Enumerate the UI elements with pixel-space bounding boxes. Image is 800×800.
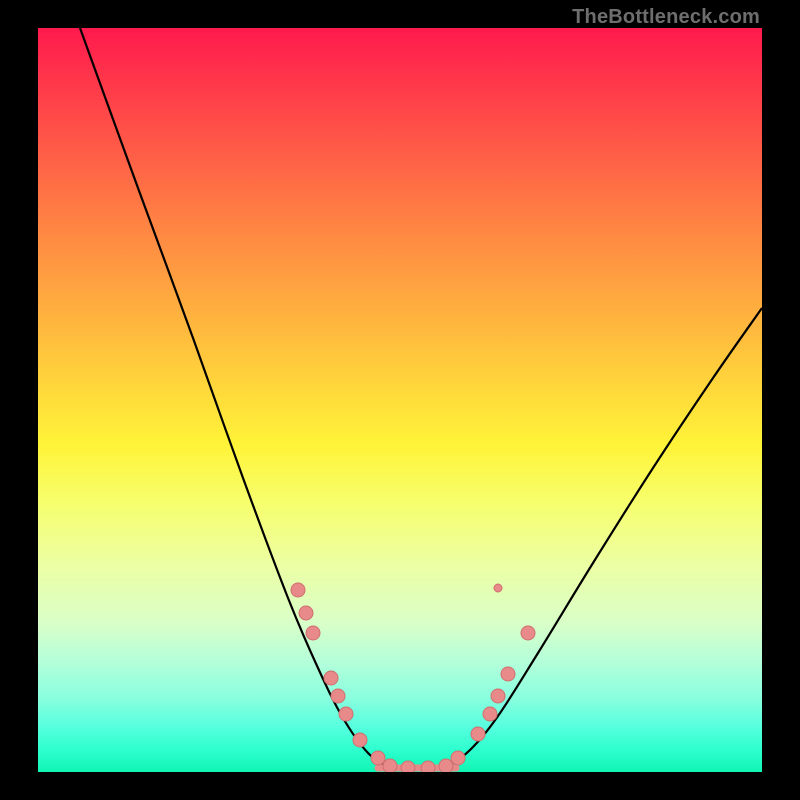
plot-area — [38, 28, 762, 772]
data-marker — [451, 751, 465, 765]
data-marker — [339, 707, 353, 721]
watermark-text: TheBottleneck.com — [572, 6, 760, 29]
data-marker — [306, 626, 320, 640]
data-marker — [371, 751, 385, 765]
data-marker — [291, 583, 305, 597]
data-marker — [331, 689, 345, 703]
data-marker — [494, 584, 502, 592]
chart-svg — [38, 28, 762, 772]
left-curve — [80, 28, 388, 766]
data-marker — [483, 707, 497, 721]
data-markers — [291, 583, 535, 772]
data-marker — [299, 606, 313, 620]
data-marker — [324, 671, 338, 685]
data-marker — [471, 727, 485, 741]
data-marker — [383, 759, 397, 772]
chart-frame: TheBottleneck.com — [0, 0, 800, 800]
data-marker — [439, 759, 453, 772]
data-marker — [501, 667, 515, 681]
data-marker — [491, 689, 505, 703]
data-marker — [353, 733, 367, 747]
data-marker — [521, 626, 535, 640]
data-marker — [401, 761, 415, 772]
data-marker — [421, 761, 435, 772]
